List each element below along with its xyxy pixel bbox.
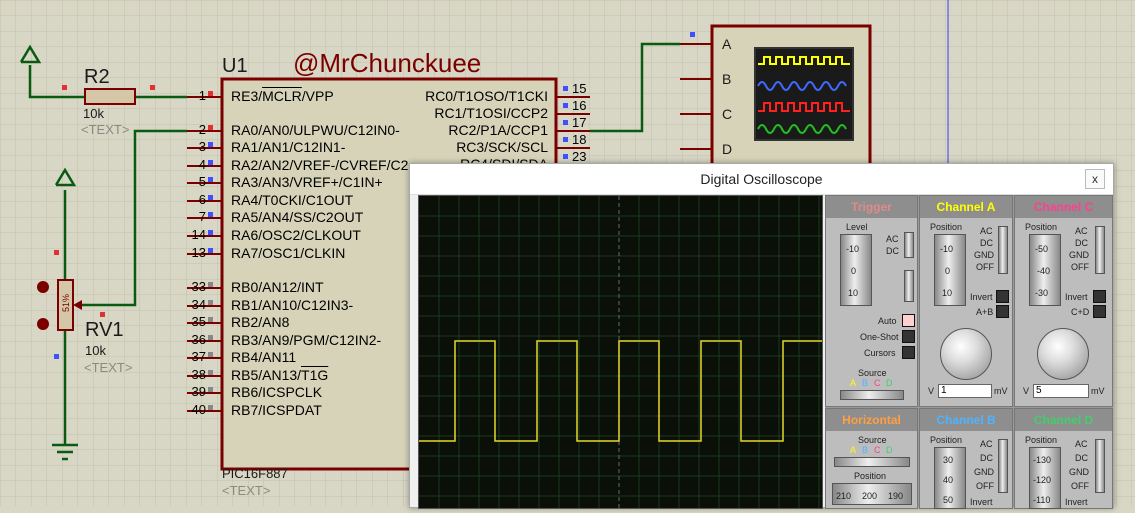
rv1-percent: 51% — [61, 293, 72, 313]
trigger-edge-switch[interactable] — [904, 270, 914, 302]
pin-number-34: 34 — [191, 297, 206, 312]
channel-a-title: Channel A — [920, 196, 1012, 218]
pin-label-17: RC2/P1A/CCP1 — [448, 122, 548, 138]
chip-ref: U1 — [222, 55, 248, 77]
chip-text-placeholder: <TEXT> — [222, 483, 271, 498]
channel-b-coupling-switch[interactable] — [998, 439, 1008, 493]
scope-grid — [419, 196, 822, 508]
pin-number-15: 15 — [572, 81, 587, 96]
trigger-cursors-button[interactable] — [902, 346, 915, 359]
horizontal-title: Horizontal — [826, 409, 917, 431]
channel-c-section: Channel C Position -50 -40 -30 AC DC GND… — [1014, 195, 1113, 407]
channel-d-coupling-switch[interactable] — [1095, 439, 1105, 493]
pin-label-3: RA1/AN1/C12IN1- — [231, 139, 346, 155]
channel-d-title: Channel D — [1015, 409, 1112, 431]
pin-number-4: 4 — [198, 157, 206, 172]
pin-label-2: RA0/AN0/ULPWU/C12IN0- — [231, 122, 400, 138]
trigger-section: Trigger Level -10 0 10 AC DC Auto One-Sh… — [825, 195, 918, 407]
scope-channel-a-label: A — [722, 36, 732, 52]
scope-screen[interactable] — [418, 195, 823, 509]
pin-number-38: 38 — [191, 367, 206, 382]
watermark-text: @MrChunckuee — [293, 48, 482, 78]
pin-number-1: 1 — [198, 88, 206, 103]
pin-number-35: 35 — [191, 314, 206, 329]
pin-label-38: RB5/AN13/T1G — [231, 367, 329, 383]
channel-a-section: Channel A Position -10 0 10 AC DC GND OF… — [919, 195, 1013, 407]
trigger-title: Trigger — [826, 196, 917, 218]
channel-c-volts-input[interactable]: 5 — [1033, 384, 1089, 398]
pin-number-16: 16 — [572, 98, 587, 113]
pin-label-40: RB7/ICSPDAT — [231, 402, 322, 418]
r2-text: <TEXT> — [81, 122, 130, 137]
pin-number-13: 13 — [191, 245, 206, 260]
r2-ref: R2 — [84, 66, 110, 88]
trigger-auto-button[interactable] — [902, 314, 915, 327]
pin-label-15: RC0/T1OSO/T1CKI — [425, 88, 548, 104]
pin-label-16: RC1/T1OSI/CCP2 — [434, 105, 548, 121]
pin-number-18: 18 — [572, 132, 587, 147]
pin-number-14: 14 — [191, 227, 206, 242]
window-titlebar[interactable]: Digital Oscilloscope x — [410, 164, 1113, 195]
pin-number-33: 33 — [191, 279, 206, 294]
pin-label-33: RB0/AN12/INT — [231, 279, 324, 295]
scope-channel-b-label: B — [722, 71, 732, 87]
pin-label-37: RB4/AN11 — [231, 349, 297, 365]
trigger-coupling-switch[interactable] — [904, 232, 914, 258]
pin-number-17: 17 — [572, 115, 587, 130]
channel-a-volts-dial[interactable] — [940, 328, 992, 380]
channel-c-title: Channel C — [1015, 196, 1112, 218]
pin-label-18: RC3/SCK/SCL — [456, 139, 548, 155]
pin-label-7: RA5/AN4/SS/C2OUT — [231, 209, 364, 225]
pin-number-3: 3 — [198, 139, 206, 154]
pin-number-36: 36 — [191, 332, 206, 347]
channel-b-title: Channel B — [920, 409, 1012, 431]
channel-a-coupling-switch[interactable] — [998, 226, 1008, 274]
pin-label-35: RB2/AN8 — [231, 314, 290, 330]
close-button[interactable]: x — [1085, 169, 1105, 189]
pin-number-37: 37 — [191, 349, 206, 364]
trigger-source-slider[interactable] — [840, 390, 904, 400]
trigger-oneshot-button[interactable] — [902, 330, 915, 343]
channel-d-section: Channel D Position -130 -120 -110 AC DC … — [1014, 408, 1113, 509]
pin-label-39: RB6/ICSPCLK — [231, 384, 323, 400]
pin-number-23: 23 — [572, 149, 587, 164]
channel-c-coupling-switch[interactable] — [1095, 226, 1105, 274]
pin-number-5: 5 — [198, 174, 206, 189]
control-panel: Trigger Level -10 0 10 AC DC Auto One-Sh… — [825, 195, 1113, 509]
pin-label-34: RB1/AN10/C12IN3- — [231, 297, 354, 313]
rv1-value: 10k — [85, 343, 106, 358]
pin-label-6: RA4/T0CKI/C1OUT — [231, 192, 354, 208]
chip-part: PIC16F887 — [222, 466, 288, 481]
window-title: Digital Oscilloscope — [700, 171, 823, 187]
scope-channel-d-label: D — [722, 141, 733, 157]
r2-resistor — [84, 88, 136, 105]
pin-number-39: 39 — [191, 384, 206, 399]
rv1-decrease-icon — [37, 281, 49, 293]
oscilloscope-window[interactable]: Digital Oscilloscope x Trigger Level -10… — [409, 163, 1114, 509]
pin-number-2: 2 — [198, 122, 206, 137]
pin-number-6: 6 — [198, 192, 206, 207]
horizontal-source-slider[interactable] — [834, 457, 910, 467]
rv1-text: <TEXT> — [84, 360, 133, 375]
pin-label-13: RA7/OSC1/CLKIN — [231, 245, 346, 261]
pin-label-4: RA2/AN2/VREF-/CVREF/C2IN+ — [231, 157, 409, 173]
channel-a-sum-button[interactable] — [996, 305, 1009, 318]
pin-label-1: RE3/MCLR/VPP — [231, 88, 334, 104]
channel-c-volts-dial[interactable] — [1037, 328, 1089, 380]
pin-label-5: RA3/AN3/VREF+/C1IN+ — [231, 174, 383, 190]
pin-number-40: 40 — [191, 402, 206, 417]
rv1-increase-icon — [37, 318, 49, 330]
channel-c-sum-button[interactable] — [1093, 305, 1106, 318]
pin-number-7: 7 — [198, 209, 206, 224]
rv1-ref: RV1 — [85, 319, 124, 341]
r2-value: 10k — [83, 106, 104, 121]
channel-c-invert-button[interactable] — [1093, 290, 1106, 303]
channel-a-volts-input[interactable]: 1 — [938, 384, 992, 398]
channel-a-invert-button[interactable] — [996, 290, 1009, 303]
horizontal-section: Horizontal Source A B C D Position 210 2… — [825, 408, 918, 509]
channel-b-section: Channel B Position 30 40 50 AC DC GND OF… — [919, 408, 1013, 509]
pin-label-36: RB3/AN9/PGM/C12IN2- — [231, 332, 382, 348]
scope-channel-c-label: C — [722, 106, 733, 122]
pin-label-14: RA6/OSC2/CLKOUT — [231, 227, 361, 243]
